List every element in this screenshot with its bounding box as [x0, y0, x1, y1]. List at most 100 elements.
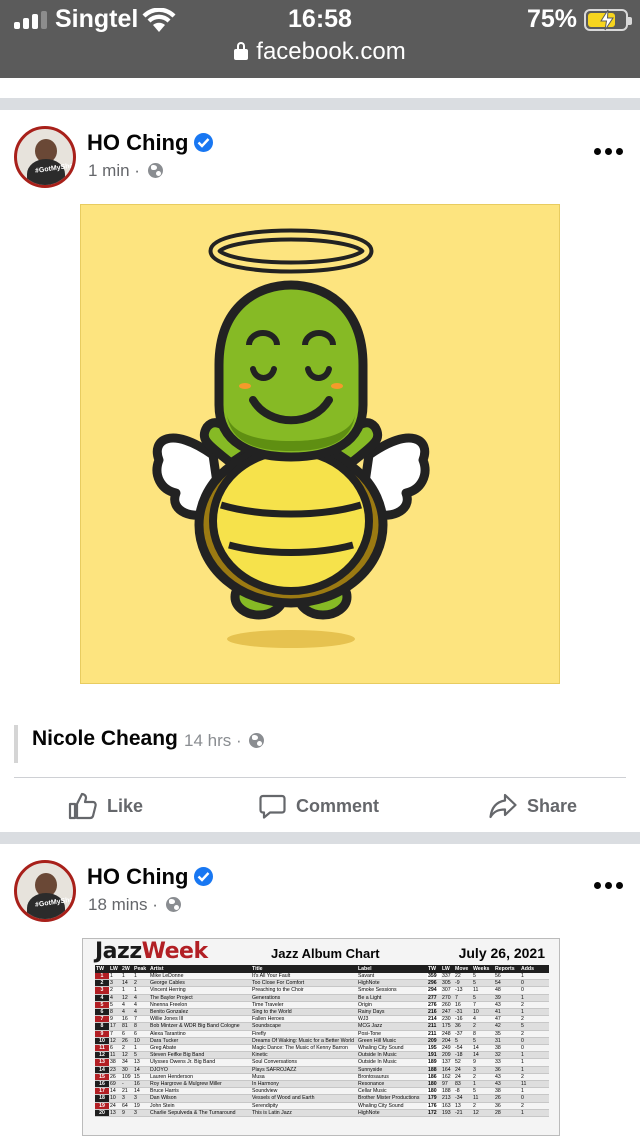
table-row: 5 5 4 4 Nnenna Freelon Time Traveler Origin 276… [95, 1001, 549, 1010]
table-cell: 4 [121, 1001, 133, 1010]
table-cell: 5 [520, 1022, 549, 1031]
table-cell: 3 [133, 1109, 149, 1118]
table-cell: Charlie Sepulveda & The Turnaround [149, 1109, 251, 1118]
table-cell: 3 [109, 979, 121, 988]
verified-badge-icon [194, 133, 214, 152]
table-cell: 19 [133, 1102, 149, 1110]
table-cell: 12 [472, 1109, 494, 1118]
jazz-chart-title: Jazz Album Chart [271, 946, 380, 961]
comment-button[interactable]: Comment [259, 784, 379, 828]
table-cell: John Stein [149, 1102, 251, 1110]
table-cell: 16 [95, 1080, 109, 1089]
post-author[interactable]: HO Ching [87, 864, 214, 890]
table-cell: 0 [520, 1037, 549, 1046]
globe-icon [147, 163, 163, 178]
table-cell: Lauren Henderson [149, 1073, 251, 1082]
table-cell: 249 [441, 1044, 454, 1053]
column-header: Reports [494, 965, 520, 973]
table-cell: DJOYO [149, 1066, 251, 1074]
post-author-name[interactable]: HO Ching [87, 130, 188, 155]
post-image[interactable]: JazzWeek Jazz Album Chart July 26, 2021 … [82, 938, 560, 1136]
table-cell: Mike LeDonne [149, 973, 251, 981]
post-image[interactable] [80, 204, 560, 684]
table-row: 9 7 6 6 Alexa Tarantino Firefly Posi-Tone 211 24… [95, 1030, 549, 1038]
table-cell: -54 [454, 1044, 472, 1053]
table-cell: 10 [109, 1094, 121, 1103]
table-cell: Firefly [251, 1030, 357, 1038]
table-cell: This is Latin Jazz [251, 1109, 357, 1118]
table-cell: 14 [133, 1087, 149, 1096]
post-timestamp[interactable]: 18 mins [88, 895, 148, 914]
table-cell: 1 [133, 973, 149, 981]
like-button[interactable]: Like [68, 784, 143, 828]
table-cell: 1 [520, 1058, 549, 1067]
comment-label: Comment [296, 795, 380, 816]
column-header: Move [454, 965, 472, 973]
table-cell: 1 [520, 973, 549, 981]
table-cell: 0 [520, 1094, 549, 1103]
table-cell: 21 [121, 1087, 133, 1096]
column-header: Title [251, 965, 357, 973]
post-author-name[interactable]: HO Ching [87, 864, 188, 889]
table-cell: Roy Hargrove & Mulgrew Miller [149, 1080, 251, 1089]
table-cell: 1 [121, 973, 133, 981]
table-row: 14 23 30 14 DJOYO Plays SAFROJAZZ Sunnyside 188… [95, 1066, 549, 1074]
table-cell: 9 [121, 1109, 133, 1118]
table-cell: 163 [441, 1102, 454, 1110]
table-cell: 11 [520, 1080, 549, 1089]
column-header: LW [109, 965, 121, 973]
comment-author[interactable]: Nicole Cheang [32, 727, 178, 751]
table-cell: 4 [109, 994, 121, 1002]
table-cell: -8 [454, 1087, 472, 1096]
address-bar[interactable]: facebook.com [0, 38, 640, 72]
table-cell: 6 [95, 1008, 109, 1017]
share-button[interactable]: Share [489, 784, 577, 828]
table-cell: 180 [427, 1080, 441, 1089]
table-cell: Steven Feifke Big Band [149, 1051, 251, 1060]
jazz-chart-date: July 26, 2021 [458, 945, 545, 961]
avatar[interactable]: #GotMyShot [14, 126, 76, 188]
table-cell: Rainy Days [357, 1008, 427, 1017]
avatar[interactable]: #GotMyShot [14, 860, 76, 922]
table-cell: 3 [95, 986, 109, 995]
table-cell: 11 [109, 1051, 121, 1060]
more-options-icon[interactable] [594, 148, 624, 158]
table-cell: Soul Conversations [251, 1058, 357, 1067]
table-cell: 5 [133, 1051, 149, 1060]
table-cell: 5 [472, 973, 494, 981]
table-row: 11 6 2 1 Greg Abate Magic Dance: The Music of… [95, 1044, 549, 1053]
table-row: 2 3 14 2 George Cables Too Close For Comfort H… [95, 979, 549, 988]
table-row: 10 12 26 10 Dara Tucker Dreams Of Waking: Mus… [95, 1037, 549, 1046]
table-cell: 5 [472, 1037, 494, 1046]
table-cell: 3 [121, 1094, 133, 1103]
post-timestamp[interactable]: 1 min [88, 161, 130, 180]
share-arrow-icon [489, 793, 517, 819]
table-cell: 195 [427, 1044, 441, 1053]
table-cell: 1 [472, 1080, 494, 1089]
table-cell: 307 [441, 986, 454, 995]
table-cell: 1 [520, 1066, 549, 1074]
table-cell: 13 [133, 1058, 149, 1067]
more-options-icon[interactable] [594, 882, 624, 892]
table-cell: 19 [95, 1102, 109, 1110]
table-cell: 13 [109, 1109, 121, 1118]
table-cell: 56 [494, 973, 520, 981]
table-cell: 83 [454, 1080, 472, 1089]
globe-icon [249, 733, 265, 748]
comment-timestamp[interactable]: 14 hrs [184, 731, 231, 750]
table-cell: 2 [121, 1044, 133, 1053]
post-actions: Like Comment Share [0, 784, 640, 828]
table-row: 17 14 21 14 Bruce Harris Soundview Cellar Musi… [95, 1087, 549, 1096]
table-cell: 17 [109, 1022, 121, 1031]
table-cell: 7 [472, 1001, 494, 1010]
table-cell: 43 [494, 1073, 520, 1082]
table-cell: 276 [427, 1001, 441, 1010]
post-author[interactable]: HO Ching [87, 130, 214, 156]
table-cell: 5 [454, 1037, 472, 1046]
table-cell: HighNote [357, 1109, 427, 1118]
table-cell: 14 [133, 1066, 149, 1074]
table-cell: Benito Gonzalez [149, 1008, 251, 1017]
table-cell: 2 [109, 986, 121, 995]
table-cell: 9 [109, 1015, 121, 1024]
table-cell: It's All Your Fault [251, 973, 357, 981]
